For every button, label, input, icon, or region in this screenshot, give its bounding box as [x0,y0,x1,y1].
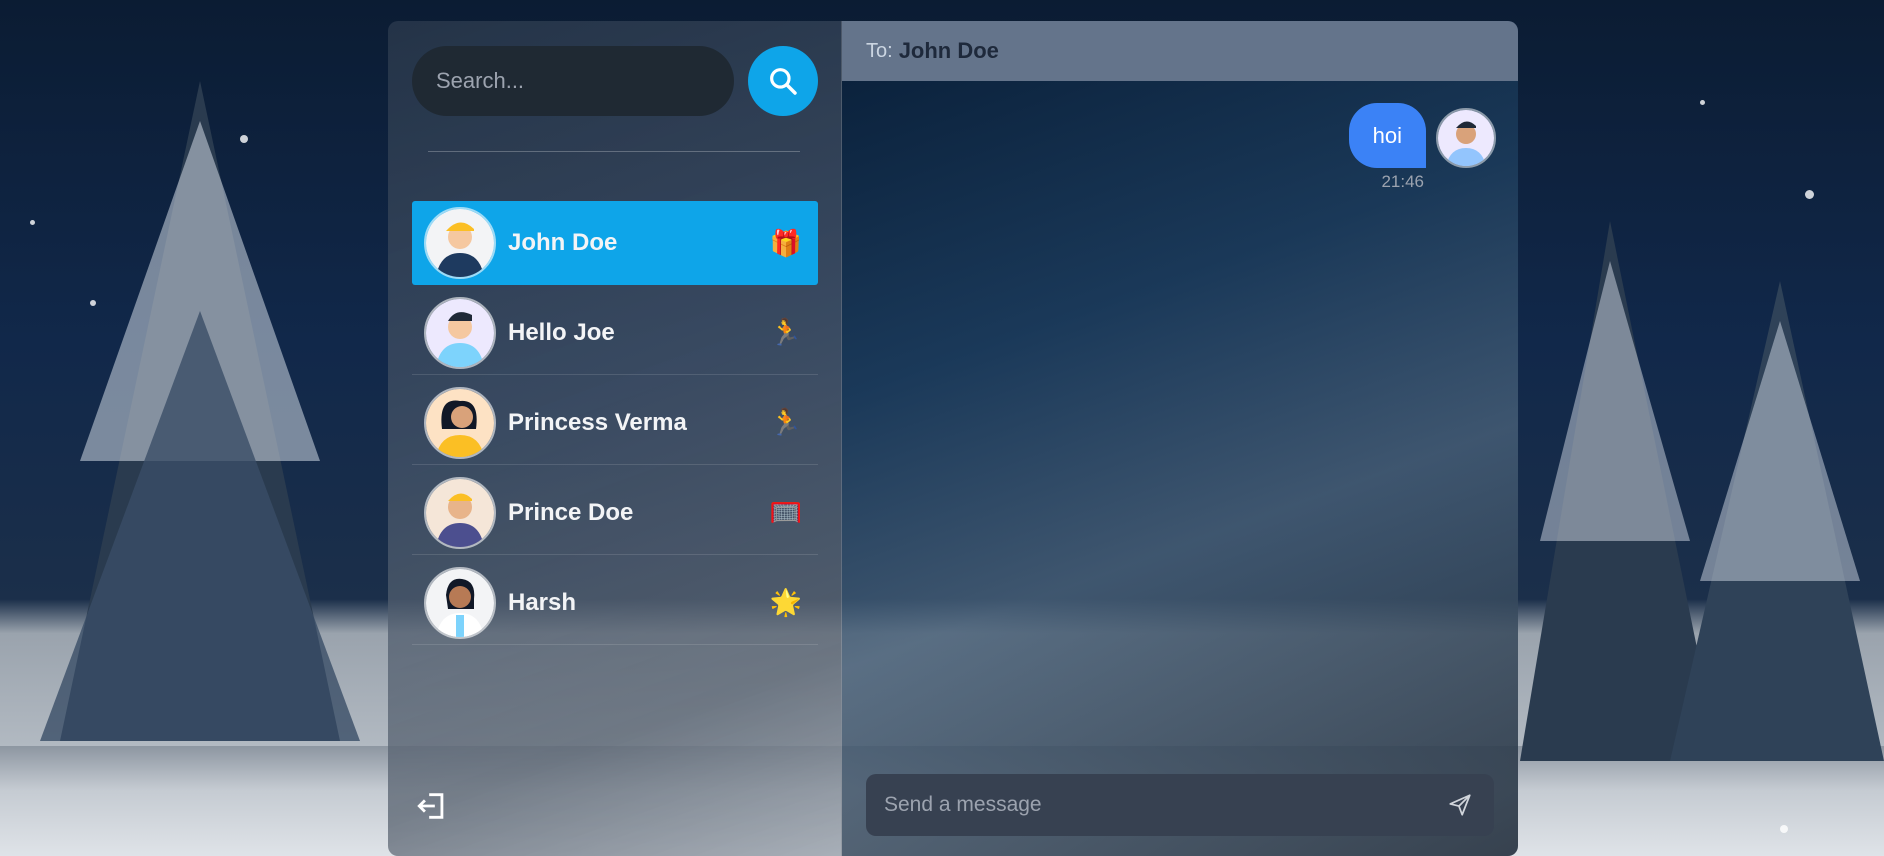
message-input[interactable] [882,792,1442,818]
message-outgoing: hoi 21:46 [1348,103,1496,192]
message-composer [866,774,1494,836]
contact-name: Princess Verma [508,408,687,436]
message-bubble[interactable]: hoi [1348,103,1426,168]
contact-item-hello-joe[interactable]: Hello Joe 🏃 [412,291,818,375]
chat-header: To: John Doe [842,21,1518,81]
send-icon [1449,794,1471,816]
running-person-icon: 🏃 [769,317,803,347]
logout-button[interactable] [412,786,452,826]
avatar [424,296,496,369]
send-button[interactable] [1442,787,1478,823]
to-label: To: [866,39,893,62]
search-icon [770,68,797,95]
snowflake [1780,825,1788,833]
search-input[interactable] [412,46,734,116]
contact-list: John Doe 🎁 Hello Joe 🏃 Princess Verma 🏃 … [412,201,818,651]
contact-name: Hello Joe [508,318,615,346]
background-tree-right [1520,221,1884,761]
recipient-name: John Doe [898,38,999,63]
goal-net-icon: 🥅 [769,497,803,527]
background-tree-left [40,81,360,741]
contact-item-prince-doe[interactable]: Prince Doe 🥅 [412,471,818,555]
search-bar [412,46,818,116]
star-icon: 🌟 [769,587,803,617]
gift-icon: 🎁 [769,227,803,258]
avatar [1436,108,1496,168]
contact-item-harsh[interactable]: Harsh 🌟 [412,561,818,645]
snowflake [90,300,96,306]
sidebar: John Doe 🎁 Hello Joe 🏃 [388,21,842,856]
avatar [424,476,496,549]
contact-name: Harsh [508,588,577,616]
avatar [424,207,496,279]
search-button[interactable] [748,46,818,116]
snowflake [1805,190,1814,199]
contact-item-john-doe[interactable]: John Doe 🎁 [412,201,818,285]
running-person-icon: 🏃 [769,407,803,437]
chat-app-window: John Doe 🎁 Hello Joe 🏃 [388,21,1518,856]
avatar [424,386,496,459]
snowflake [240,135,248,143]
avatar [424,566,496,639]
sidebar-divider [428,151,800,152]
message-timestamp: 21:46 [1381,172,1424,191]
chat-pane: To: John Doe hoi 21:46 [842,21,1518,856]
contact-item-princess-verma[interactable]: Princess Verma 🏃 [412,381,818,465]
snowflake [1700,100,1705,105]
contact-name: John Doe [508,229,618,256]
message-bubble-wrapper: hoi 21:46 [1348,103,1426,192]
logout-icon [417,793,444,819]
contact-name: Prince Doe [508,498,634,526]
snowflake [30,220,35,225]
